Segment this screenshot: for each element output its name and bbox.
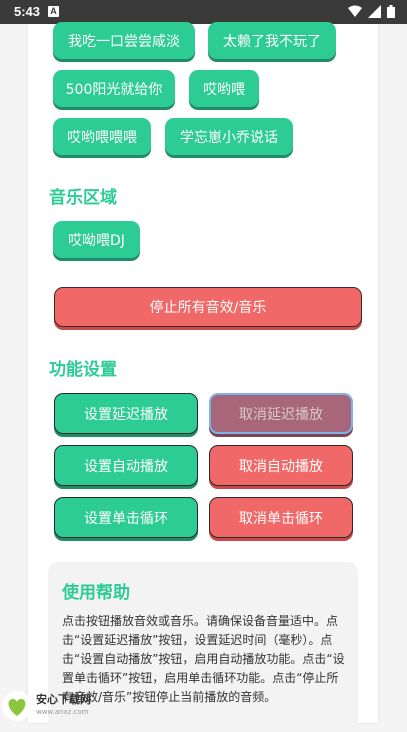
music-section-title: 音乐区域: [49, 188, 117, 208]
sound-chip-aiyowei[interactable]: 哎哟喂: [189, 70, 259, 107]
set-auto-button[interactable]: 设置自动播放: [54, 445, 198, 486]
notification-icon: A: [48, 6, 59, 17]
help-title: 使用帮助: [62, 583, 130, 603]
watermark-logo: 安心下载网 www.anxz.com: [2, 688, 122, 723]
status-bar: 5:43 A: [0, 0, 407, 24]
heart-icon: [2, 690, 32, 721]
set-delay-button[interactable]: 设置延迟播放: [54, 393, 198, 434]
stop-all-button[interactable]: 停止所有音效/音乐: [54, 287, 362, 327]
battery-icon: [387, 5, 395, 18]
sound-chip-sunshine[interactable]: 500阳光就给你: [53, 70, 175, 107]
cancel-auto-button[interactable]: 取消自动播放: [209, 445, 353, 486]
sound-chip-taste[interactable]: 我吃一口尝尝咸淡: [53, 22, 195, 59]
cancel-delay-button[interactable]: 取消延迟播放: [209, 393, 353, 434]
sound-chip-aiyowei-long[interactable]: 哎哟喂喂喂: [53, 118, 151, 155]
watermark-brand: 安心下载网: [36, 692, 91, 706]
sound-chip-xiaoqiao[interactable]: 学忘崽小乔说话: [165, 118, 293, 155]
watermark-url: www.anxz.com: [36, 707, 89, 716]
music-chip-dj[interactable]: 哎呦喂DJ: [53, 221, 140, 258]
status-time: 5:43: [14, 4, 41, 19]
system-icons: [348, 5, 395, 18]
signal-icon: [368, 5, 381, 18]
sound-chip-quit[interactable]: 太赖了我不玩了: [208, 22, 336, 59]
set-loop-button[interactable]: 设置单击循环: [54, 497, 198, 538]
settings-section-title: 功能设置: [49, 360, 117, 380]
cancel-loop-button[interactable]: 取消单击循环: [209, 497, 353, 538]
wifi-icon: [348, 5, 362, 17]
